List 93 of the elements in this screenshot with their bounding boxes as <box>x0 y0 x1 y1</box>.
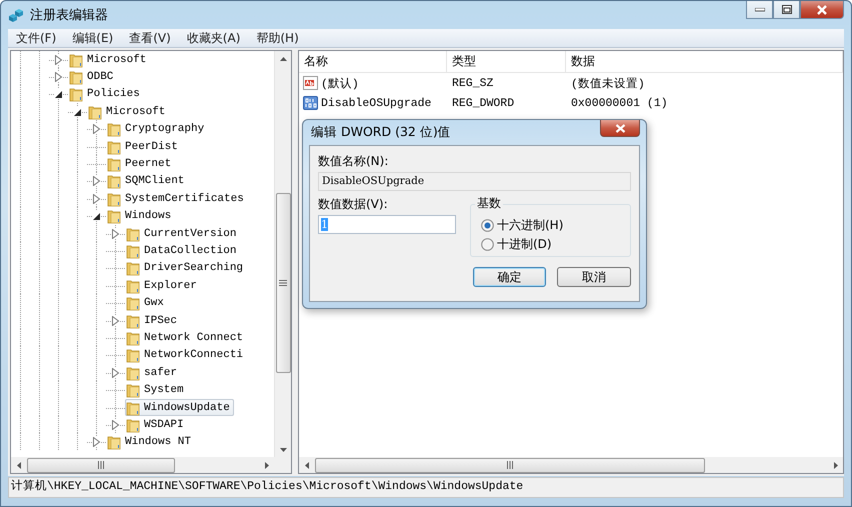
column-header[interactable]: 名称 <box>299 51 447 72</box>
folder-icon <box>69 86 83 102</box>
tree-item[interactable]: safer <box>125 364 182 382</box>
tree-item[interactable]: PeerDist <box>106 138 182 156</box>
registry-cubes-icon <box>8 7 24 23</box>
tree-item[interactable]: Explorer <box>125 277 201 294</box>
tree-item[interactable]: Network Connect <box>125 329 248 346</box>
tree-item[interactable]: Gwx <box>125 294 168 312</box>
column-header[interactable]: 类型 <box>447 51 566 72</box>
radio-label[interactable]: 十六进制(H) <box>497 216 564 234</box>
folder-icon <box>107 190 121 207</box>
folder-icon <box>107 173 121 190</box>
folder-icon <box>126 260 140 276</box>
folder-icon <box>107 121 121 138</box>
scrollbar-thumb[interactable] <box>276 193 290 373</box>
window-title: 注册表编辑器 <box>30 7 108 24</box>
value-data: 0x00000001 (1) <box>570 96 669 110</box>
tree-item[interactable]: SQMClient <box>106 172 188 190</box>
folder-icon <box>126 312 140 329</box>
folder-icon <box>126 416 140 433</box>
folder-icon <box>126 364 140 381</box>
tree-item[interactable]: WSDAPI <box>125 416 188 434</box>
radio-button[interactable] <box>481 218 494 232</box>
folder-icon <box>69 69 83 86</box>
grip-icon <box>279 279 287 287</box>
value-name-field[interactable]: DisableOSUpgrade <box>318 172 631 191</box>
close-icon <box>614 124 626 132</box>
tree-item[interactable]: Peernet <box>106 156 176 173</box>
close-button[interactable] <box>800 1 844 19</box>
tree-item[interactable]: System <box>125 382 188 399</box>
close-button[interactable] <box>600 120 640 137</box>
binary-value-icon <box>303 95 319 111</box>
folder-icon <box>107 138 121 155</box>
minimize-icon <box>754 8 764 12</box>
folder-icon <box>126 382 140 398</box>
tree-item[interactable]: Windows <box>106 208 176 225</box>
folder-icon <box>107 156 121 172</box>
field-label: 数值名称(N): <box>318 154 390 169</box>
minimize-button[interactable] <box>746 1 773 19</box>
tree-item[interactable]: Microsoft <box>87 103 170 120</box>
status-bar: 计算机\HKEY_LOCAL_MACHINE\SOFTWARE\Policies\Microsoft\Windows\WindowsUpdate <box>8 477 844 498</box>
dialog-button[interactable]: 确定 <box>473 267 546 287</box>
string-value-icon <box>303 75 319 91</box>
menu-item[interactable]: 帮助(H) <box>248 29 307 47</box>
close-icon <box>816 4 828 14</box>
left-arrow-icon[interactable] <box>302 460 312 470</box>
tree-item[interactable]: Windows NT <box>106 434 196 451</box>
folder-icon <box>126 278 140 294</box>
radio-button[interactable] <box>481 238 494 250</box>
left-arrow-icon[interactable] <box>14 460 24 470</box>
folder-icon <box>69 52 83 68</box>
field-label: 数值数据(V): <box>318 197 389 212</box>
tree-item[interactable]: ODBC <box>68 68 118 86</box>
tree-item[interactable]: Policies <box>68 86 144 103</box>
grip-icon <box>97 461 105 469</box>
value-type: REG_DWORD <box>451 96 516 110</box>
maximize-button[interactable] <box>773 1 800 19</box>
scrollbar-thumb[interactable] <box>27 458 175 472</box>
dialog-title: 编辑 DWORD (32 位)值 <box>311 124 451 141</box>
radio-label[interactable]: 十进制(D) <box>497 236 552 252</box>
menu-item[interactable]: 编辑(E) <box>64 29 122 47</box>
folder-icon <box>126 347 140 364</box>
tree-item[interactable]: NetworkConnecti <box>125 346 248 364</box>
folder-icon <box>107 434 121 450</box>
menu-item[interactable]: 文件(F) <box>8 29 64 47</box>
menu-item[interactable]: 收藏夹(A) <box>178 29 248 47</box>
tree-item[interactable]: WindowsUpdate <box>125 399 234 416</box>
tree-item[interactable]: SystemCertificates <box>106 190 248 208</box>
tree-item[interactable]: CurrentVersion <box>125 225 240 242</box>
tree-item[interactable]: IPSec <box>125 312 182 330</box>
column-header[interactable]: 数据 <box>566 51 843 72</box>
tree-item[interactable]: Cryptography <box>106 120 208 138</box>
menu-item[interactable]: 查看(V) <box>121 29 179 47</box>
value-name[interactable]: (默认) <box>299 75 447 91</box>
grip-icon <box>506 461 514 469</box>
dialog-button[interactable]: 取消 <box>557 267 631 287</box>
folder-icon <box>126 226 140 242</box>
folder-icon <box>126 400 140 416</box>
folder-icon <box>126 295 140 312</box>
folder-icon <box>126 242 140 259</box>
scrollbar-thumb[interactable] <box>315 458 705 472</box>
value-data: (数值未设置) <box>570 76 646 90</box>
maximize-icon <box>782 5 792 14</box>
folder-icon <box>126 330 140 346</box>
group-label: 基数 <box>475 196 503 211</box>
folder-icon <box>107 208 121 224</box>
tree-item[interactable]: DataCollection <box>125 242 240 260</box>
folder-icon <box>88 104 102 120</box>
tree-item[interactable]: Microsoft <box>68 51 150 68</box>
up-arrow-icon[interactable] <box>278 54 288 64</box>
value-name[interactable]: DisableOSUpgrade <box>299 95 447 111</box>
tree-item[interactable]: DriverSearching <box>125 260 248 277</box>
value-type: REG_SZ <box>451 76 494 90</box>
